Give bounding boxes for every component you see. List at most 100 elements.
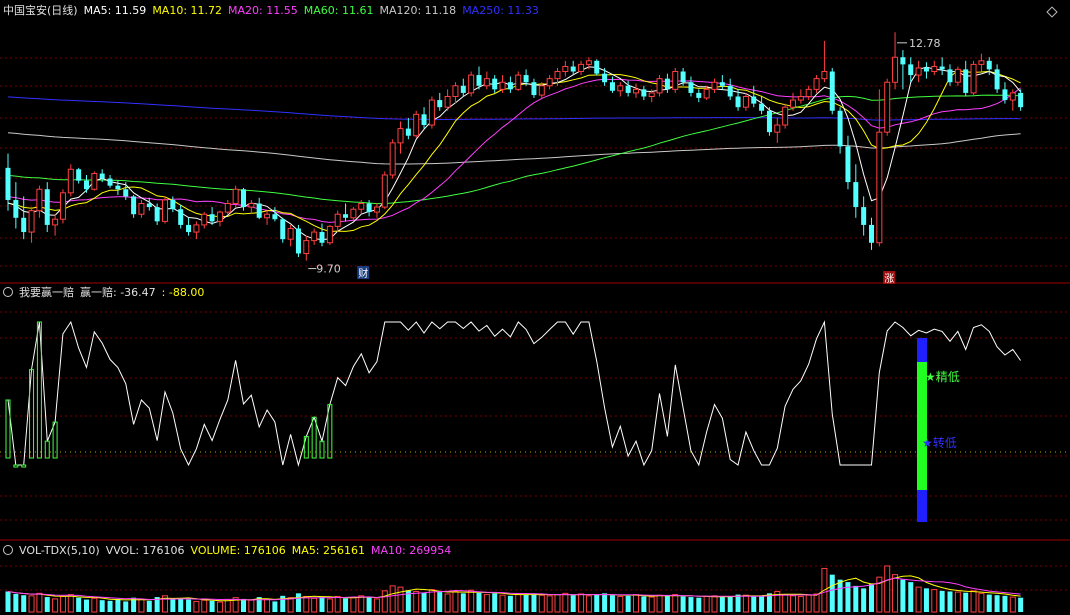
signal-bar (13, 464, 19, 468)
candle-body (790, 99, 796, 108)
candle-body (428, 99, 435, 126)
candle-body (664, 78, 670, 90)
volume-bar (366, 597, 372, 612)
volume-bar (476, 592, 482, 612)
candle-body (483, 78, 490, 87)
high-label: 12.78 (909, 37, 941, 50)
candle-body (21, 217, 27, 233)
candle-body (735, 96, 741, 108)
oscillator-line (7, 320, 1022, 467)
collapse-circle-icon[interactable] (3, 287, 13, 297)
candle-body (986, 60, 992, 70)
candle-body (170, 199, 176, 210)
candle-body (994, 69, 1000, 90)
volume-bar (5, 591, 11, 612)
candle-body (437, 100, 443, 108)
volume-bar (829, 574, 835, 612)
volume-bar (428, 589, 435, 613)
candle-body (915, 67, 922, 76)
candle-body (853, 182, 859, 208)
candle-body (774, 124, 781, 133)
candle-body (280, 219, 286, 240)
volume-bar (963, 592, 969, 612)
candle-body (1009, 92, 1016, 101)
indicator-title[interactable]: 我要赢一赔 (19, 286, 74, 299)
volume-bar (986, 594, 992, 612)
volume-bar (837, 579, 843, 612)
candle-body (319, 232, 325, 243)
ma250-legend: MA250: 11.33 (462, 4, 539, 17)
volume-bar (444, 593, 451, 613)
volume-bar (59, 595, 66, 613)
volume-bar (570, 595, 576, 612)
candle-body (36, 188, 43, 212)
volume-bar (562, 592, 569, 613)
candle-body (476, 75, 482, 86)
volume-bar (99, 600, 105, 612)
volume-bar (178, 598, 184, 612)
volume-bar (373, 598, 380, 613)
volume-bar (954, 591, 961, 613)
vol-ma5-line (7, 575, 1021, 602)
volume-bar (421, 592, 427, 612)
candle-body (5, 167, 11, 200)
volume-bar (209, 600, 215, 612)
volume-bar (248, 599, 255, 613)
volume-bar (585, 595, 592, 613)
volume-bar (326, 598, 333, 613)
volume-bar (303, 595, 310, 613)
volume-legend: VOLUME: 176106 (190, 544, 286, 557)
volume-bar (44, 597, 50, 612)
candle-body (876, 131, 883, 244)
candle-body (884, 81, 891, 133)
volume-bar (813, 593, 820, 613)
candle-body (609, 82, 615, 91)
cai-label: 财 (358, 267, 368, 280)
volume-bar (452, 590, 459, 613)
candle-body (241, 189, 246, 208)
collapse-circle-icon[interactable] (3, 545, 13, 555)
ma10-line (7, 70, 1021, 232)
chart-canvas: 12.78 9.70 财 涨 ★精低 ★转低 (0, 32, 1070, 613)
candle-body (256, 203, 262, 218)
candle-body (311, 231, 318, 242)
candle-body (641, 89, 647, 97)
signal-bar (44, 440, 50, 459)
volume-title[interactable]: VOL-TDX(5,10) (19, 544, 100, 557)
volume-bar (664, 595, 670, 612)
volume-bar (853, 585, 859, 612)
candle-body (178, 209, 184, 225)
candle-body (625, 85, 631, 93)
candle-body (444, 95, 451, 108)
volume-bar (224, 599, 231, 613)
volume-bar (751, 596, 757, 612)
volume-bar (538, 594, 545, 613)
volume-bar (67, 594, 74, 613)
volume-bar (483, 594, 490, 613)
volume-bar (939, 590, 945, 612)
candle-body (421, 114, 427, 126)
ma5-line (7, 66, 1021, 241)
candle-body (978, 60, 985, 65)
candle-body (939, 66, 945, 70)
candle-body (923, 67, 929, 72)
candle-body (84, 180, 89, 190)
candle-body (602, 73, 608, 83)
candle-body (381, 174, 388, 208)
candle-body (1018, 92, 1024, 108)
candle-body (154, 207, 160, 222)
candle-body (1002, 89, 1008, 101)
candle-body (209, 214, 215, 222)
candle-body (303, 240, 310, 254)
candle-body (837, 110, 843, 147)
volume-bar (146, 600, 152, 612)
volume-bar (311, 597, 318, 613)
candle-body (264, 213, 271, 219)
candle-body (797, 95, 804, 101)
candle-body (727, 85, 733, 97)
candle-body (515, 74, 522, 90)
volume-bar (193, 600, 200, 613)
candle-body (656, 78, 663, 94)
candle-body (813, 78, 820, 90)
candle-body (523, 75, 529, 83)
